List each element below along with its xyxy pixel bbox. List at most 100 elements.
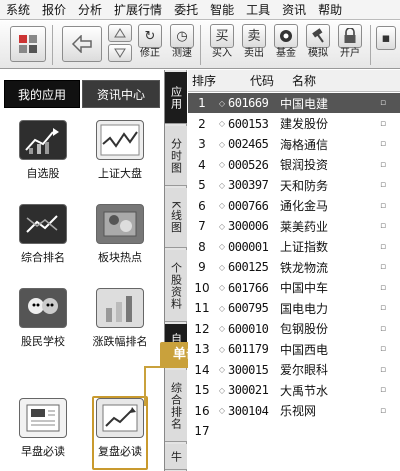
col-code[interactable]: 代码 <box>250 72 292 89</box>
menu-extended-quotes[interactable]: 扩展行情 <box>108 0 168 20</box>
table-row[interactable]: 9 ◇ 600125 铁龙物流 ▫ <box>188 257 400 277</box>
stock-name: 莱美药业 <box>280 219 329 234</box>
flag-icon: ▫ <box>380 262 387 272</box>
diamond-icon: ◇ <box>218 365 226 374</box>
highlight-frame <box>92 396 148 470</box>
flag-icon: ▫ <box>380 344 387 354</box>
stock-code: 601766 <box>228 280 269 295</box>
buy-button[interactable]: 买 买入 <box>210 24 234 60</box>
menu-tools[interactable]: 工具 <box>240 0 276 20</box>
diamond-icon: ◇ <box>218 242 226 251</box>
tab-news-center[interactable]: 资讯中心 <box>82 80 160 108</box>
stock-name: 中国中车 <box>280 281 329 295</box>
stock-code: 300104 <box>228 403 269 418</box>
table-row[interactable]: 3 ◇ 002465 海格通信 ▫ <box>188 134 400 154</box>
sell-button[interactable]: 卖 卖出 <box>242 24 266 60</box>
table-row[interactable]: 13 ◇ 601179 中国西电 ▫ <box>188 339 400 359</box>
vtab-intraday[interactable]: 分时图 <box>165 126 187 186</box>
menu-analysis[interactable]: 分析 <box>72 0 108 20</box>
diamond-icon: ◇ <box>218 406 226 415</box>
table-row[interactable]: 17 <box>188 421 400 441</box>
hammer-icon <box>306 24 330 48</box>
table-row[interactable]: 11 ◇ 600795 国电电力 ▫ <box>188 298 400 318</box>
lock-icon <box>338 24 362 48</box>
flag-icon: ▫ <box>380 180 387 190</box>
row-index: 3 <box>198 137 206 151</box>
table-row[interactable]: 4 ◇ 000526 银润投资 ▫ <box>188 155 400 175</box>
fund-button[interactable]: 基金 <box>274 24 298 60</box>
table-row[interactable]: 16 ◇ 300104 乐视网 ▫ <box>188 401 400 421</box>
diamond-icon: ◇ <box>218 160 226 169</box>
modify-button[interactable]: ↻ 修正 <box>138 24 162 60</box>
diamond-icon: ◇ <box>218 385 226 395</box>
vtab-stock-info[interactable]: 个股资料 <box>165 250 187 322</box>
app-sh-index[interactable]: 上证大盘 <box>85 120 155 182</box>
diamond-icon: ◇ <box>218 344 226 354</box>
vtab-kline[interactable]: K线图 <box>165 188 187 248</box>
tab-my-apps[interactable]: 我的应用 <box>4 80 80 108</box>
down-arrow-icon <box>108 44 132 62</box>
app-change-ranking[interactable]: 涨跌幅排名 <box>85 288 155 350</box>
table-row[interactable]: 12 ◇ 600010 包钢股份 ▫ <box>188 319 400 339</box>
flag-icon: ▫ <box>380 200 387 211</box>
col-index[interactable]: 排序 <box>188 72 220 89</box>
table-row[interactable]: 5 ◇ 300397 天和防务 ▫ <box>188 175 400 195</box>
diamond-icon: ◇ <box>218 201 226 210</box>
stock-name: 天和防务 <box>280 178 329 193</box>
flag-icon: ▫ <box>380 385 387 395</box>
table-row[interactable]: 2 ◇ 600153 建发股份 ▫ <box>188 114 400 134</box>
table-row[interactable]: 1 ◇ 601669 中国电建 ▫ <box>188 93 400 113</box>
back-button[interactable] <box>62 26 102 62</box>
menu-quotes[interactable]: 报价 <box>36 0 72 20</box>
menu-help[interactable]: 帮助 <box>312 0 348 20</box>
flag-icon: ▫ <box>380 282 387 293</box>
simulate-button[interactable]: 模拟 <box>306 24 330 60</box>
app-investor-school[interactable]: 股民学校 <box>8 288 78 350</box>
stock-name: 爱尔眼科 <box>280 363 329 377</box>
row-index: 1 <box>198 96 206 110</box>
row-index: 17 <box>194 424 210 438</box>
table-row[interactable]: 7 ◇ 300006 莱美药业 ▫ <box>188 216 400 236</box>
index-chart-icon <box>96 120 144 160</box>
stock-name: 包钢股份 <box>280 322 329 336</box>
row-index: 12 <box>194 321 210 336</box>
vtab-overall-ranking[interactable]: 综合排名 <box>165 370 187 442</box>
flag-icon: ▫ <box>380 364 387 375</box>
flag-icon: ▫ <box>380 221 387 231</box>
layout-button[interactable] <box>10 26 46 62</box>
table-row[interactable]: 15 ◇ 300021 大禹节水 ▫ <box>188 380 400 400</box>
row-index: 10 <box>194 280 210 295</box>
table-row[interactable]: 14 ◇ 300015 爱尔眼科 ▫ <box>188 360 400 380</box>
stock-code: 601179 <box>228 342 269 356</box>
table-row[interactable]: 8 ◇ 000001 上证指数 ▫ <box>188 237 400 257</box>
up-button[interactable] <box>108 24 132 62</box>
table-row[interactable]: 6 ◇ 000766 通化金马 ▫ <box>188 196 400 216</box>
speedtest-button[interactable]: ◷ 测速 <box>170 24 194 60</box>
vtab-more[interactable]: 牛 <box>165 444 187 470</box>
stock-name: 乐视网 <box>280 404 317 418</box>
vtab-apps[interactable]: 应用 <box>165 72 187 124</box>
row-index: 14 <box>194 362 210 377</box>
callout-line-horizontal <box>144 366 162 368</box>
open-account-button[interactable]: 开户 <box>338 24 362 60</box>
app-panel: 我的应用 资讯中心 自选股 上证大盘 综合排名 板块热点 股民学校 涨跌幅排名 … <box>0 70 165 471</box>
menu-news[interactable]: 资讯 <box>276 0 312 20</box>
app-overall-ranking[interactable]: 综合排名 <box>8 204 78 266</box>
stock-name: 中国电建 <box>280 96 329 111</box>
stock-code: 002465 <box>228 137 269 151</box>
app-sector-hot[interactable]: 板块热点 <box>85 204 155 266</box>
col-name[interactable]: 名称 <box>292 72 372 89</box>
row-index: 5 <box>198 178 206 192</box>
more-button[interactable]: ▪ <box>376 26 396 50</box>
table-row[interactable]: 10 ◇ 601766 中国中车 ▫ <box>188 278 400 298</box>
stock-name: 大禹节水 <box>280 383 329 398</box>
row-index: 9 <box>198 260 206 274</box>
menu-smart[interactable]: 智能 <box>204 0 240 20</box>
stock-pick-icon <box>19 120 67 160</box>
stock-code: 300006 <box>228 219 269 233</box>
app-stock-pick[interactable]: 自选股 <box>8 120 78 182</box>
menu-trade[interactable]: 委托 <box>168 0 204 20</box>
menu-system[interactable]: 系统 <box>0 0 36 20</box>
row-index: 11 <box>194 301 210 315</box>
app-morning-read[interactable]: 早盘必读 <box>8 398 78 460</box>
